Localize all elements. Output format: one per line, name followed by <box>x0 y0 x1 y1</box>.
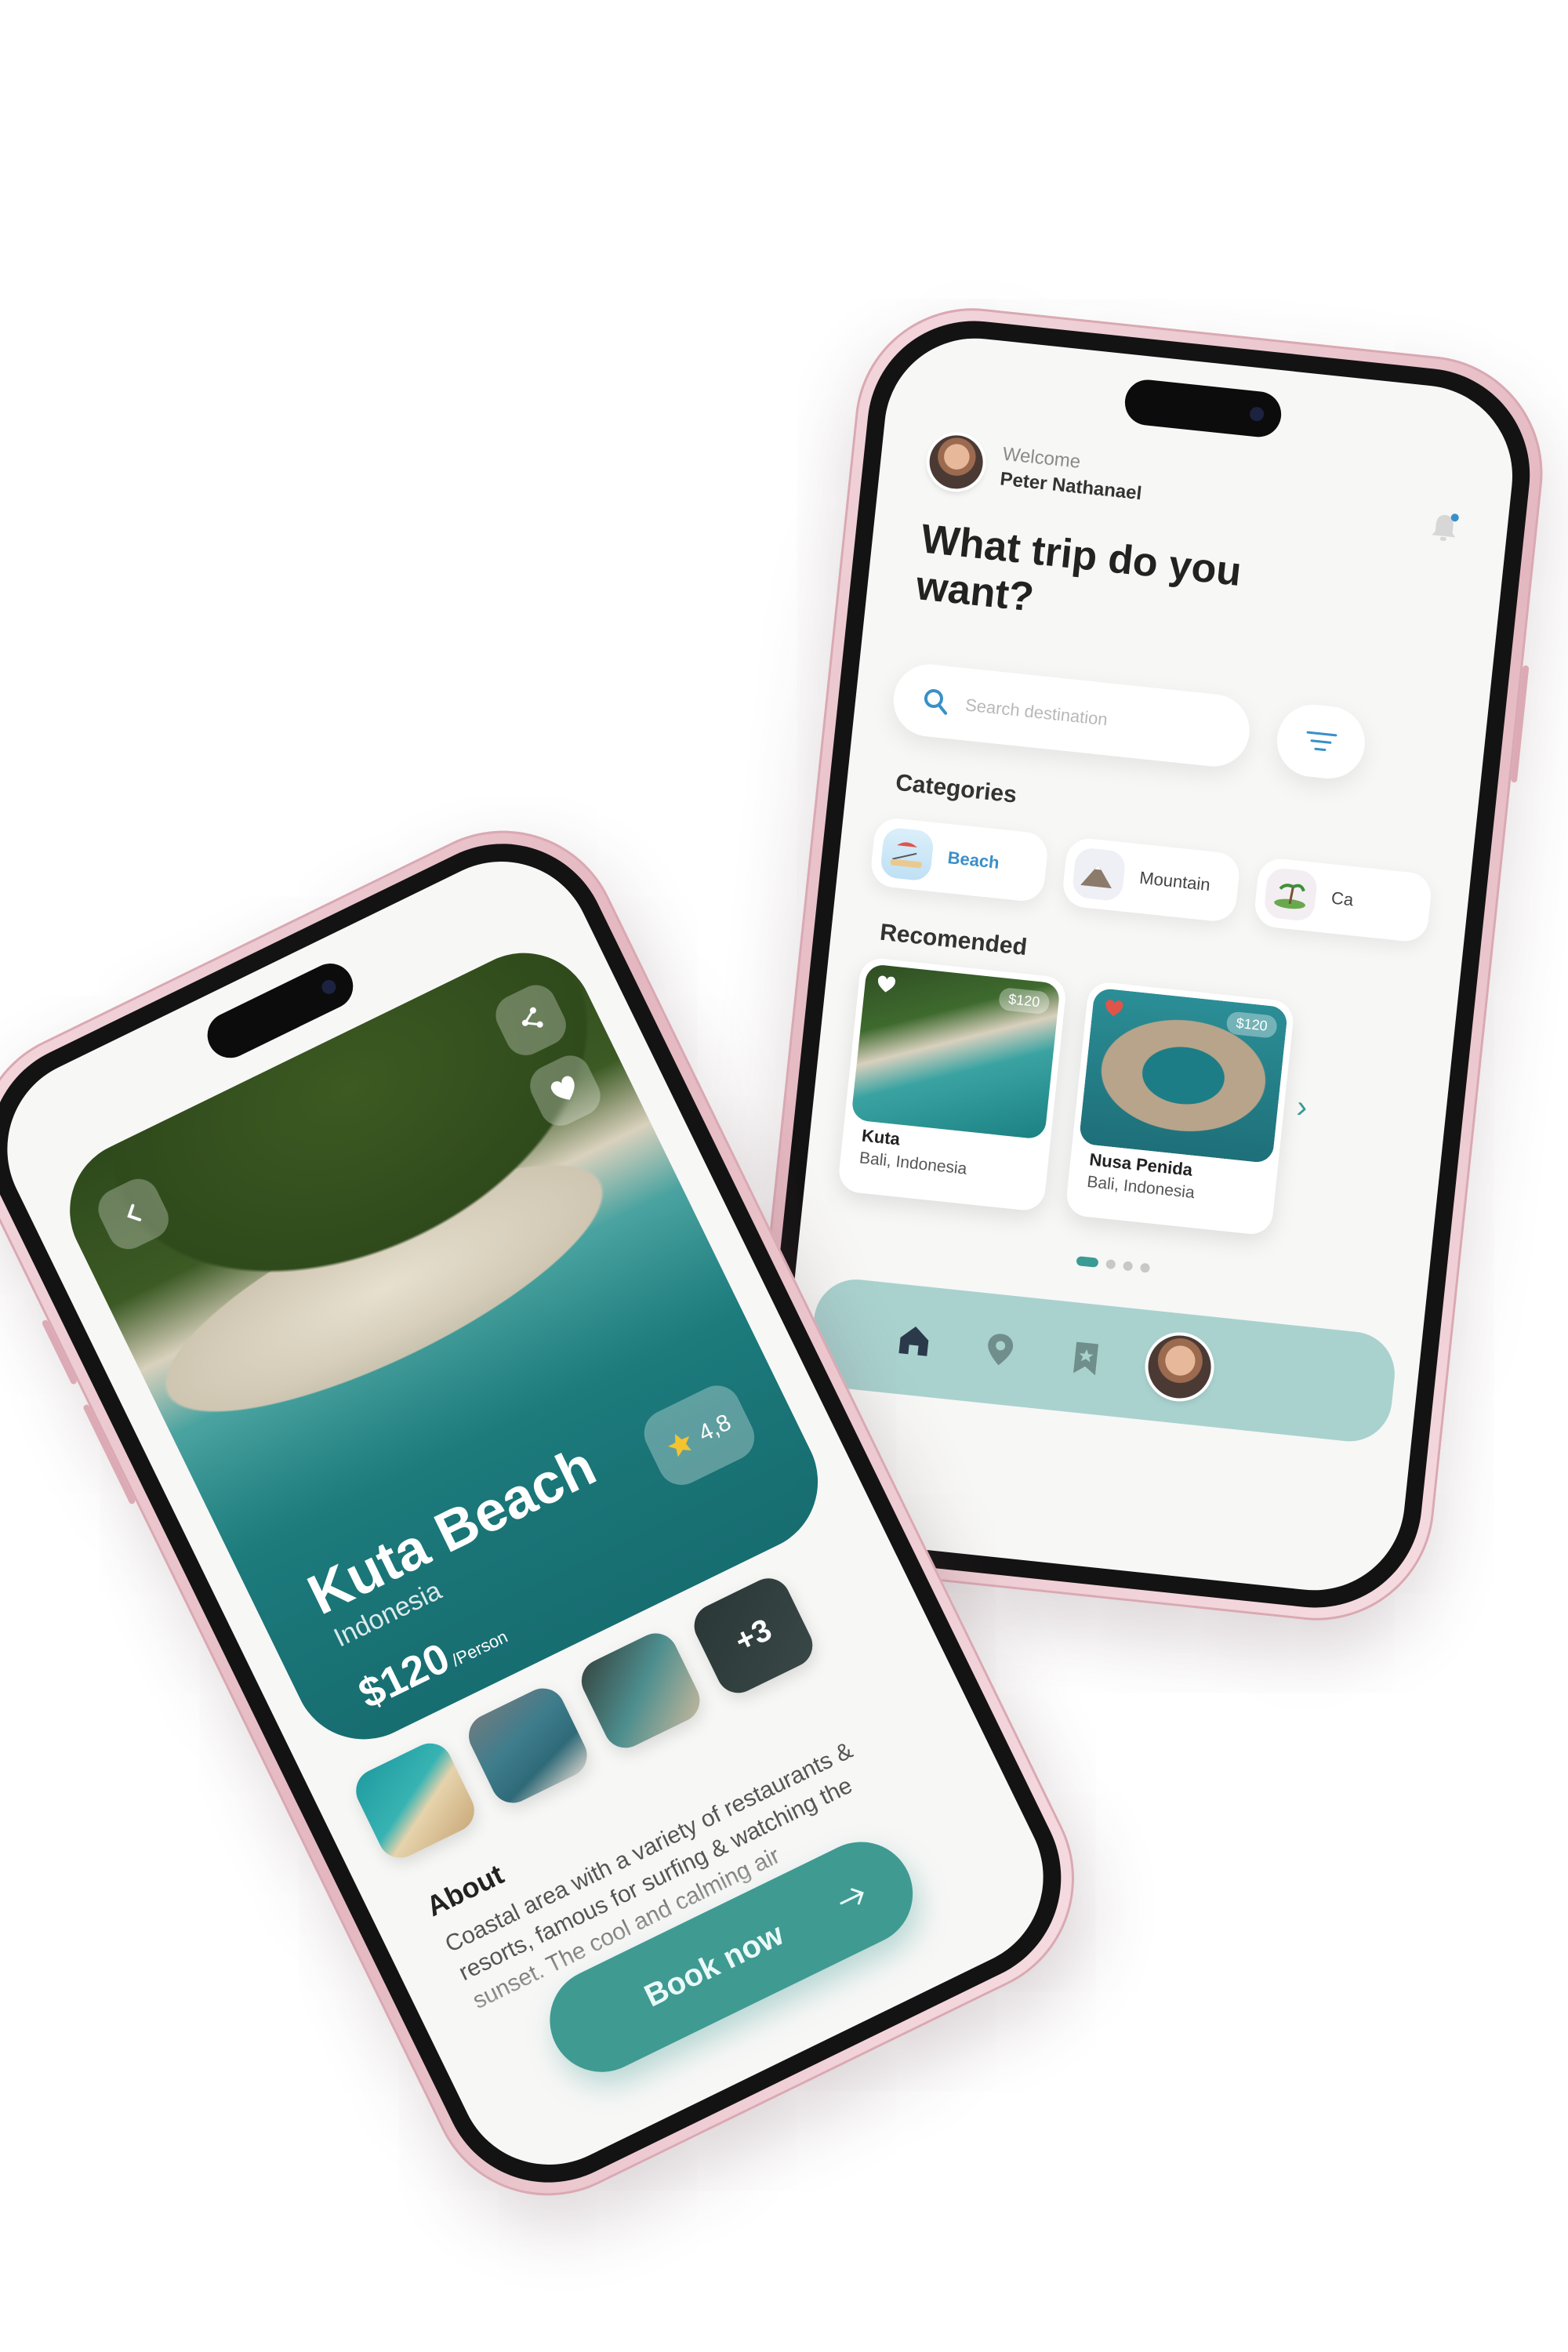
destination-name: Kuta <box>860 1125 902 1149</box>
favorite-button[interactable] <box>523 1048 608 1133</box>
beach-icon <box>879 826 935 882</box>
carousel-dot[interactable] <box>1076 1256 1099 1268</box>
arrow-right-icon <box>840 1888 864 1905</box>
user-avatar[interactable] <box>927 432 986 492</box>
share-icon <box>521 1007 543 1028</box>
categories-title: Categories <box>894 769 1018 808</box>
camera-dot <box>319 977 339 996</box>
chevron-left-icon <box>127 1203 142 1221</box>
search-input[interactable] <box>961 687 1234 751</box>
chevron-right-icon[interactable]: › <box>1295 1089 1309 1125</box>
home-screen: Welcome Peter Nathanael What trip do you… <box>768 329 1522 1599</box>
carousel-dot[interactable] <box>1139 1262 1151 1273</box>
profile-avatar[interactable] <box>1145 1332 1214 1402</box>
phone-side-button <box>1510 665 1530 783</box>
category-mountain[interactable]: Mountain <box>1061 836 1242 924</box>
gallery-thumbnail[interactable] <box>461 1681 595 1810</box>
carousel-dot[interactable] <box>1123 1261 1134 1272</box>
bookmark-icon[interactable] <box>1060 1333 1112 1385</box>
dynamic-island <box>1123 377 1284 440</box>
recommended-card-kuta[interactable]: $120 Kuta Bali, Indonesia <box>837 956 1068 1213</box>
welcome-text: Welcome Peter Nathanael <box>999 444 1145 506</box>
filter-icon <box>1306 731 1338 752</box>
heart-icon[interactable] <box>1103 998 1126 1021</box>
mountain-icon <box>1071 847 1127 902</box>
filter-button[interactable] <box>1273 701 1369 782</box>
heart-icon[interactable] <box>875 974 898 996</box>
category-beach[interactable]: Beach <box>869 816 1050 903</box>
star-icon <box>668 1434 691 1457</box>
more-photos-count: +3 <box>687 1570 820 1700</box>
location-pin-icon[interactable] <box>975 1323 1026 1375</box>
rating-value: 4,8 <box>694 1409 735 1447</box>
category-camping[interactable]: Ca <box>1252 856 1433 944</box>
notification-bell-icon[interactable] <box>1428 510 1460 545</box>
recommended-title: Recomended <box>878 919 1029 961</box>
island-icon <box>1263 866 1319 923</box>
category-label: Beach <box>946 848 1000 873</box>
bottom-nav <box>807 1275 1399 1446</box>
search-icon <box>924 689 948 715</box>
gallery-thumbnail[interactable] <box>348 1736 482 1866</box>
category-label: Mountain <box>1138 867 1211 895</box>
recommended-list: $120 Kuta Bali, Indonesia $120 Nusa Peni… <box>836 956 1522 1279</box>
category-label: Ca <box>1330 887 1355 910</box>
gallery-more[interactable]: +3 <box>687 1570 820 1700</box>
search-bar[interactable] <box>890 660 1254 771</box>
share-button[interactable] <box>488 978 573 1062</box>
back-button[interactable] <box>91 1172 176 1256</box>
gallery-thumbnail[interactable] <box>574 1625 707 1755</box>
carousel-dot[interactable] <box>1105 1258 1116 1270</box>
heart-icon <box>550 1076 575 1100</box>
home-icon[interactable] <box>888 1315 940 1367</box>
page-headline: What trip do you want? <box>913 516 1244 621</box>
destination-location: Bali, Indonesia <box>858 1149 968 1178</box>
recommended-card-nusa-penida[interactable]: $120 Nusa Penida Bali, Indonesia <box>1065 980 1295 1236</box>
camera-dot <box>1249 406 1265 423</box>
